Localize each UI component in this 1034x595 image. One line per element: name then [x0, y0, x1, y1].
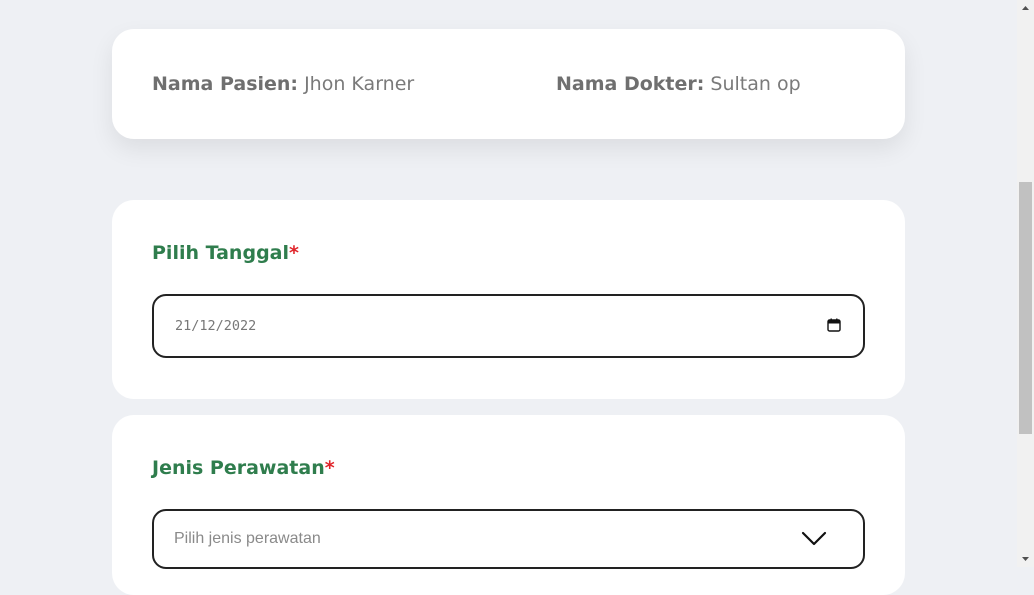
scrollbar-thumb[interactable]: [1019, 182, 1032, 434]
treatment-label-text: Jenis Perawatan: [152, 457, 325, 479]
treatment-select[interactable]: Pilih jenis perawatan: [152, 509, 865, 569]
scroll-up-icon[interactable]: [1017, 0, 1034, 17]
treatment-card: Jenis Perawatan* Pilih jenis perawatan: [112, 415, 905, 595]
doctor-name-value: Sultan op: [710, 73, 801, 95]
date-label-text: Pilih Tanggal: [152, 242, 289, 264]
treatment-field-label: Jenis Perawatan*: [152, 457, 335, 479]
chevron-down-icon[interactable]: [801, 529, 827, 547]
doctor-name-label: Nama Dokter:: [556, 73, 705, 95]
required-mark: *: [289, 242, 299, 264]
patient-name-value: Jhon Karner: [304, 73, 415, 95]
date-card: Pilih Tanggal* 21/12/2022: [112, 200, 905, 399]
treatment-select-placeholder: Pilih jenis perawatan: [174, 530, 321, 547]
date-field-label: Pilih Tanggal*: [152, 242, 299, 264]
required-mark: *: [324, 457, 335, 479]
scrollbar[interactable]: [1017, 0, 1034, 567]
date-input[interactable]: 21/12/2022: [152, 294, 865, 358]
patient-name-label: Nama Pasien:: [152, 73, 299, 95]
date-input-value: 21/12/2022: [175, 318, 257, 334]
scroll-down-icon[interactable]: [1017, 550, 1034, 567]
patient-info-card: Nama Pasien: Jhon Karner Nama Dokter: Su…: [112, 29, 905, 139]
calendar-icon[interactable]: [827, 318, 841, 332]
patient-name-info: Nama Pasien: Jhon Karner: [152, 29, 414, 139]
doctor-name-info: Nama Dokter: Sultan op: [556, 29, 801, 139]
